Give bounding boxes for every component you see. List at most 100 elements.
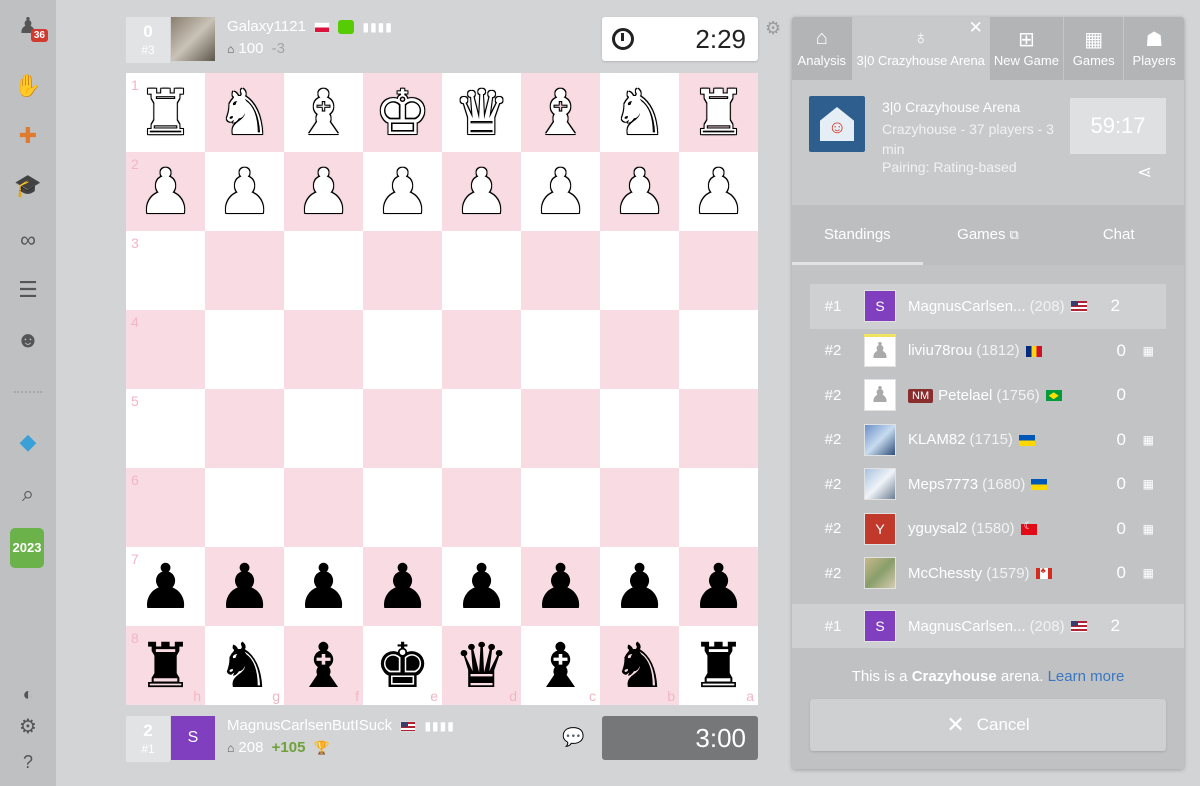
board-square[interactable]: ♟ xyxy=(521,547,600,626)
black-pawn-icon[interactable]: ♟ xyxy=(138,555,194,618)
board-square[interactable]: 5 xyxy=(126,389,205,468)
board-square[interactable] xyxy=(363,389,442,468)
white-king-icon[interactable]: ♚ xyxy=(375,81,431,144)
board-square[interactable] xyxy=(205,310,284,389)
year-2023-icon[interactable]: 2023 xyxy=(10,528,44,568)
white-knight-icon[interactable]: ♞ xyxy=(612,81,668,144)
board-square[interactable]: ♟ xyxy=(442,152,521,231)
board-square[interactable]: d ♛ xyxy=(442,626,521,705)
board-square[interactable] xyxy=(284,389,363,468)
white-pawn-icon[interactable]: ♟ xyxy=(296,160,352,223)
white-pawn-icon[interactable]: ♟ xyxy=(375,160,431,223)
standing-row[interactable]: #2 McChessty(1579) 0 ▦ xyxy=(810,551,1166,596)
white-pawn-icon[interactable]: ♟ xyxy=(612,160,668,223)
tab-new-game[interactable]: ⊞ New Game xyxy=(990,17,1064,80)
black-queen-icon[interactable]: ♛ xyxy=(454,634,510,697)
black-pawn-icon[interactable]: ♟ xyxy=(533,555,589,618)
share-icon[interactable]: ⋖ xyxy=(1137,162,1152,183)
board-square[interactable]: b ♞ xyxy=(600,626,679,705)
board-square[interactable] xyxy=(521,310,600,389)
board-square[interactable]: f ♝ xyxy=(284,626,363,705)
black-pawn-icon[interactable]: ♟ xyxy=(691,555,747,618)
board-square[interactable]: e ♚ xyxy=(363,626,442,705)
tab-tournament[interactable]: ♁ 3|0 Crazyhouse Arena ✕ xyxy=(852,17,990,80)
board-square[interactable]: 6 xyxy=(126,468,205,547)
board-square[interactable] xyxy=(442,231,521,310)
board-square[interactable]: c ♝ xyxy=(521,626,600,705)
board-square[interactable] xyxy=(679,231,758,310)
board-square[interactable]: 2 ♟ xyxy=(126,152,205,231)
white-queen-icon[interactable]: ♛ xyxy=(454,81,510,144)
board-square[interactable]: 3 xyxy=(126,231,205,310)
board-square[interactable]: ♟ xyxy=(679,152,758,231)
black-knight-icon[interactable]: ♞ xyxy=(612,634,668,697)
black-pawn-icon[interactable]: ♟ xyxy=(296,555,352,618)
board-square[interactable] xyxy=(521,231,600,310)
help-icon[interactable]: ? xyxy=(10,744,46,780)
board-square[interactable]: ♞ xyxy=(205,73,284,152)
play-pawn-icon[interactable]: ♟ 36 xyxy=(10,8,48,44)
standing-row[interactable]: #2 KLAM82 (1715) 0 ▦ xyxy=(810,418,1166,463)
black-pawn-icon[interactable]: ♟ xyxy=(217,555,273,618)
board-square[interactable]: ♟ xyxy=(600,547,679,626)
bottom-player-name[interactable]: MagnusCarlsenButISuck xyxy=(227,717,392,734)
board-square[interactable] xyxy=(442,389,521,468)
learn-icon[interactable]: 🎓 xyxy=(10,168,46,204)
subtab-chat[interactable]: Chat xyxy=(1053,205,1184,265)
board-square[interactable]: 1 ♜ xyxy=(126,73,205,152)
black-king-icon[interactable]: ♚ xyxy=(375,634,431,697)
puzzles-icon[interactable]: ✚ xyxy=(10,118,46,154)
standing-row[interactable]: #2 Meps7773 (1680) 0 ▦ xyxy=(810,462,1166,507)
white-pawn-icon[interactable]: ♟ xyxy=(217,160,273,223)
white-bishop-icon[interactable]: ♝ xyxy=(296,81,352,144)
board-square[interactable] xyxy=(442,468,521,547)
white-rook-icon[interactable]: ♜ xyxy=(691,81,747,144)
standing-row[interactable]: #1 S MagnusCarlsen... (208) 2 xyxy=(810,284,1166,329)
bottom-player-avatar[interactable]: S xyxy=(171,716,215,760)
board-square[interactable] xyxy=(442,310,521,389)
board-square[interactable]: ♜ xyxy=(679,73,758,152)
board-square[interactable] xyxy=(363,231,442,310)
board-square[interactable] xyxy=(284,231,363,310)
board-square[interactable]: ♟ xyxy=(205,547,284,626)
my-standing-row[interactable]: #1 S MagnusCarlsen... (208) 2 xyxy=(792,604,1184,648)
tab-players[interactable]: ☗ Players xyxy=(1124,17,1184,80)
black-knight-icon[interactable]: ♞ xyxy=(217,634,273,697)
board-square[interactable] xyxy=(600,468,679,547)
chess-board[interactable]: 1 ♜ ♞ ♝ ♚ ♛ ♝ ♞ ♜ 2 ♟ ♟ ♟ ♟ ♟ ♟ ♟ ♟ 3 4 5 6 7 ♟ ♟ ♟ ♟ ♟ ♟ ♟ ♟ 8 h ♜ g ♞ f ♝ e ♚… xyxy=(126,73,758,705)
watch-icon[interactable]: ∞ xyxy=(10,222,46,258)
black-bishop-icon[interactable]: ♝ xyxy=(296,634,352,697)
board-square[interactable]: ♝ xyxy=(521,73,600,152)
board-square[interactable]: ♝ xyxy=(284,73,363,152)
board-square[interactable]: ♟ xyxy=(363,547,442,626)
search-icon[interactable]: ⌕ xyxy=(10,476,46,512)
close-tab-icon[interactable]: ✕ xyxy=(969,18,983,38)
board-square[interactable]: ♟ xyxy=(363,152,442,231)
board-square[interactable] xyxy=(600,389,679,468)
tab-games[interactable]: ▦ Games xyxy=(1064,17,1125,80)
board-square[interactable]: 4 xyxy=(126,310,205,389)
board-square[interactable] xyxy=(600,310,679,389)
board-square[interactable] xyxy=(521,468,600,547)
social-icon[interactable]: ☻ xyxy=(10,322,46,358)
board-square[interactable]: 7 ♟ xyxy=(126,547,205,626)
board-square[interactable] xyxy=(600,231,679,310)
board-square[interactable]: ♟ xyxy=(284,152,363,231)
board-square[interactable] xyxy=(679,389,758,468)
news-icon[interactable]: ☰ xyxy=(10,272,46,308)
board-square[interactable] xyxy=(205,231,284,310)
board-square[interactable] xyxy=(205,468,284,547)
white-pawn-icon[interactable]: ♟ xyxy=(533,160,589,223)
board-square[interactable] xyxy=(284,310,363,389)
board-square[interactable] xyxy=(679,468,758,547)
standing-row[interactable]: #2 Yyguysal2(1580) 0 ▦ xyxy=(810,507,1166,552)
board-square[interactable] xyxy=(679,310,758,389)
board-square[interactable] xyxy=(521,389,600,468)
black-rook-icon[interactable]: ♜ xyxy=(138,634,194,697)
tab-analysis[interactable]: ⌂ Analysis xyxy=(792,17,853,80)
chat-bubble-icon[interactable]: 💬 xyxy=(562,727,584,748)
white-pawn-icon[interactable]: ♟ xyxy=(454,160,510,223)
black-pawn-icon[interactable]: ♟ xyxy=(454,555,510,618)
settings-gear-icon[interactable]: ⚙ xyxy=(10,708,46,744)
board-square[interactable]: ♚ xyxy=(363,73,442,152)
